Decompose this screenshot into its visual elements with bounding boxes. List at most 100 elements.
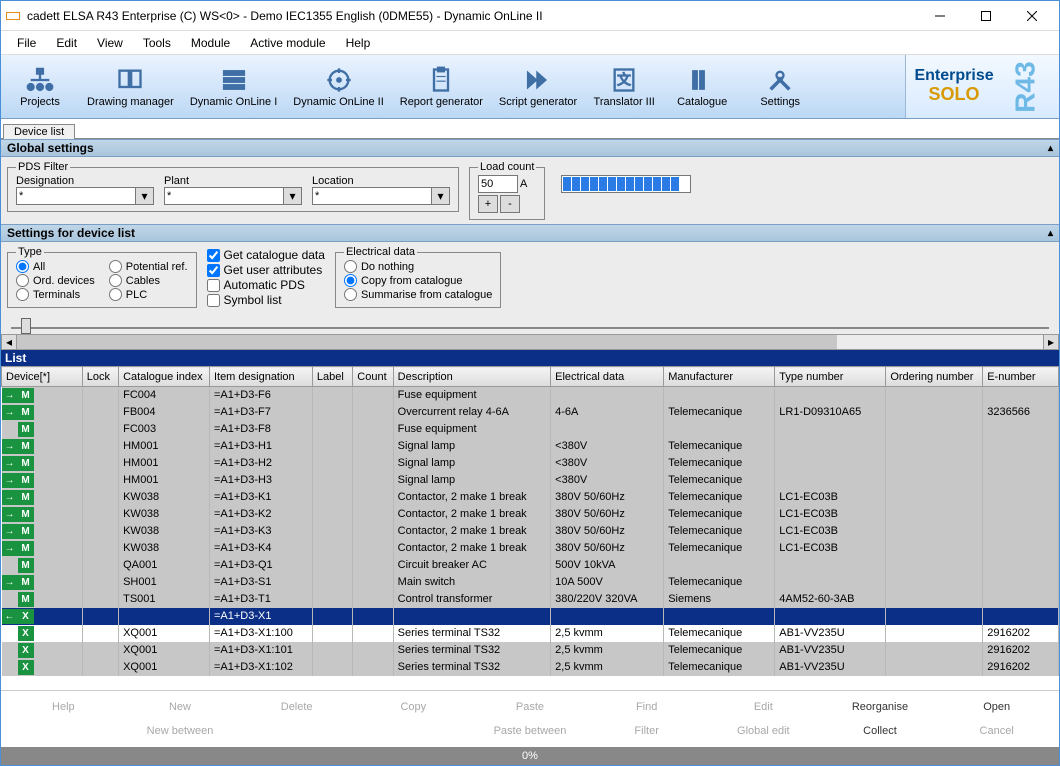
plant-input[interactable]	[164, 187, 284, 205]
col-type-number[interactable]: Type number	[775, 367, 886, 387]
col-catalogue-index[interactable]: Catalogue index	[119, 367, 210, 387]
open-button[interactable]: Open	[942, 697, 1051, 717]
maximize-button[interactable]	[963, 2, 1009, 30]
table-row[interactable]: →MHM001=A1+D3-H3Signal lamp<380VTelemeca…	[2, 472, 1059, 489]
filter-button: Filter	[592, 721, 701, 741]
menu-view[interactable]: View	[87, 34, 133, 52]
menu-module[interactable]: Module	[181, 34, 240, 52]
menu-active-module[interactable]: Active module	[240, 34, 335, 52]
type-potential-ref-[interactable]: Potential ref.	[109, 260, 188, 273]
description-cell: Fuse equipment	[393, 421, 550, 438]
type-cables[interactable]: Cables	[109, 274, 188, 287]
column-split-slider[interactable]	[1, 312, 1059, 334]
device-cell: →M	[2, 455, 83, 472]
plant-dropdown[interactable]: ▾	[284, 187, 302, 205]
col-electrical-data[interactable]: Electrical data	[551, 367, 664, 387]
close-button[interactable]	[1009, 2, 1055, 30]
col-device-[interactable]: Device[*]	[2, 367, 83, 387]
type-number-cell	[775, 421, 886, 438]
tool-dynamic-online-ii[interactable]: Dynamic OnLine II	[285, 55, 391, 118]
elec-do-nothing[interactable]: Do nothing	[344, 260, 492, 273]
table-row[interactable]: MQA001=A1+D3-Q1Circuit breaker AC500V 10…	[2, 557, 1059, 574]
col-manufacturer[interactable]: Manufacturer	[664, 367, 775, 387]
tool-script-generator[interactable]: Script generator	[491, 55, 585, 118]
table-row[interactable]: →MSH001=A1+D3-S1Main switch10A 500VTelem…	[2, 574, 1059, 591]
table-row[interactable]: →MKW038=A1+D3-K2Contactor, 2 make 1 brea…	[2, 506, 1059, 523]
e-number-cell	[983, 387, 1059, 404]
titlebar: cadett ELSA R43 Enterprise (C) WS<0> - D…	[1, 1, 1059, 31]
description-cell: Contactor, 2 make 1 break	[393, 489, 550, 506]
catalogue-index-cell: XQ001	[119, 625, 210, 642]
table-row[interactable]: XXQ001=A1+D3-X1:102Series terminal TS322…	[2, 659, 1059, 676]
table-row[interactable]: ←X=A1+D3-X1	[2, 608, 1059, 625]
table-row[interactable]: XXQ001=A1+D3-X1:100Series terminal TS322…	[2, 625, 1059, 642]
tool-dynamic-online-i[interactable]: Dynamic OnLine I	[182, 55, 285, 118]
table-row[interactable]: →MHM001=A1+D3-H2Signal lamp<380VTelemeca…	[2, 455, 1059, 472]
collapse-icon[interactable]: ▴	[1048, 143, 1053, 154]
check-catalogue[interactable]: Get catalogue data	[207, 248, 325, 262]
type-number-cell: LC1-EC03B	[775, 540, 886, 557]
tool-catalogue[interactable]: Catalogue	[663, 55, 741, 118]
device-cell: X	[2, 642, 83, 659]
type-terminals[interactable]: Terminals	[16, 288, 95, 301]
elec-copy-from-catalogue[interactable]: Copy from catalogue	[344, 274, 492, 287]
check-autopds[interactable]: Automatic PDS	[207, 278, 325, 292]
designation-dropdown[interactable]: ▾	[136, 187, 154, 205]
col-count[interactable]: Count	[353, 367, 393, 387]
col-e-number[interactable]: E-number	[983, 367, 1059, 387]
ordering-number-cell	[886, 455, 983, 472]
tool-drawing-manager[interactable]: Drawing manager	[79, 55, 182, 118]
tool-translator-iii[interactable]: 文Translator III	[585, 55, 663, 118]
menu-help[interactable]: Help	[336, 34, 381, 52]
table-row[interactable]: →MFC004=A1+D3-F6Fuse equipment	[2, 387, 1059, 404]
table-row[interactable]: →MKW038=A1+D3-K1Contactor, 2 make 1 brea…	[2, 489, 1059, 506]
elec-summarise-from-catalogue[interactable]: Summarise from catalogue	[344, 288, 492, 301]
manufacturer-cell: Telemecanique	[664, 540, 775, 557]
table-row[interactable]: →MFB004=A1+D3-F7Overcurrent relay 4-6A4-…	[2, 404, 1059, 421]
tab-device-list[interactable]: Device list	[3, 124, 75, 139]
count-cell	[353, 404, 393, 421]
col-ordering-number[interactable]: Ordering number	[886, 367, 983, 387]
col-lock[interactable]: Lock	[82, 367, 118, 387]
check-userattr[interactable]: Get user attributes	[207, 263, 325, 277]
location-input[interactable]	[312, 187, 432, 205]
minimize-button[interactable]	[917, 2, 963, 30]
scroll-right-icon[interactable]: ▸	[1043, 334, 1059, 350]
type-all[interactable]: All	[16, 260, 95, 273]
horizontal-scrollbar[interactable]: ◂ ▸	[1, 334, 1059, 350]
loadcount-plus[interactable]: +	[478, 195, 498, 213]
catalogue-index-cell: KW038	[119, 540, 210, 557]
col-item-designation[interactable]: Item designation	[209, 367, 312, 387]
tool-settings[interactable]: Settings	[741, 55, 819, 118]
table-row[interactable]: →MHM001=A1+D3-H1Signal lamp<380VTelemeca…	[2, 438, 1059, 455]
table-row[interactable]: XXQ001=A1+D3-X1:101Series terminal TS322…	[2, 642, 1059, 659]
loadcount-minus[interactable]: -	[500, 195, 520, 213]
designation-input[interactable]	[16, 187, 136, 205]
location-dropdown[interactable]: ▾	[432, 187, 450, 205]
collapse-icon[interactable]: ▴	[1048, 228, 1053, 239]
col-label[interactable]: Label	[312, 367, 352, 387]
reorganise-button[interactable]: Reorganise	[826, 697, 935, 717]
tool-report-generator[interactable]: Report generator	[392, 55, 491, 118]
menu-tools[interactable]: Tools	[133, 34, 181, 52]
table-row[interactable]: MFC003=A1+D3-F8Fuse equipment	[2, 421, 1059, 438]
table-row[interactable]: →MKW038=A1+D3-K3Contactor, 2 make 1 brea…	[2, 523, 1059, 540]
table-row[interactable]: MTS001=A1+D3-T1Control transformer380/22…	[2, 591, 1059, 608]
table-row[interactable]: →MKW038=A1+D3-K4Contactor, 2 make 1 brea…	[2, 540, 1059, 557]
collect-button[interactable]: Collect	[826, 721, 935, 741]
type-ord-devices[interactable]: Ord. devices	[16, 274, 95, 287]
ordering-number-cell	[886, 438, 983, 455]
menu-edit[interactable]: Edit	[46, 34, 87, 52]
col-description[interactable]: Description	[393, 367, 550, 387]
loadcount-input[interactable]	[478, 175, 518, 193]
manufacturer-cell: Telemecanique	[664, 489, 775, 506]
check-symbol[interactable]: Symbol list	[207, 293, 325, 307]
description-cell: Fuse equipment	[393, 387, 550, 404]
e-number-cell	[983, 421, 1059, 438]
item-designation-cell: =A1+D3-T1	[209, 591, 312, 608]
scroll-left-icon[interactable]: ◂	[1, 334, 17, 350]
lock-cell	[82, 455, 118, 472]
tool-projects[interactable]: Projects	[1, 55, 79, 118]
type-plc[interactable]: PLC	[109, 288, 188, 301]
menu-file[interactable]: File	[7, 34, 46, 52]
